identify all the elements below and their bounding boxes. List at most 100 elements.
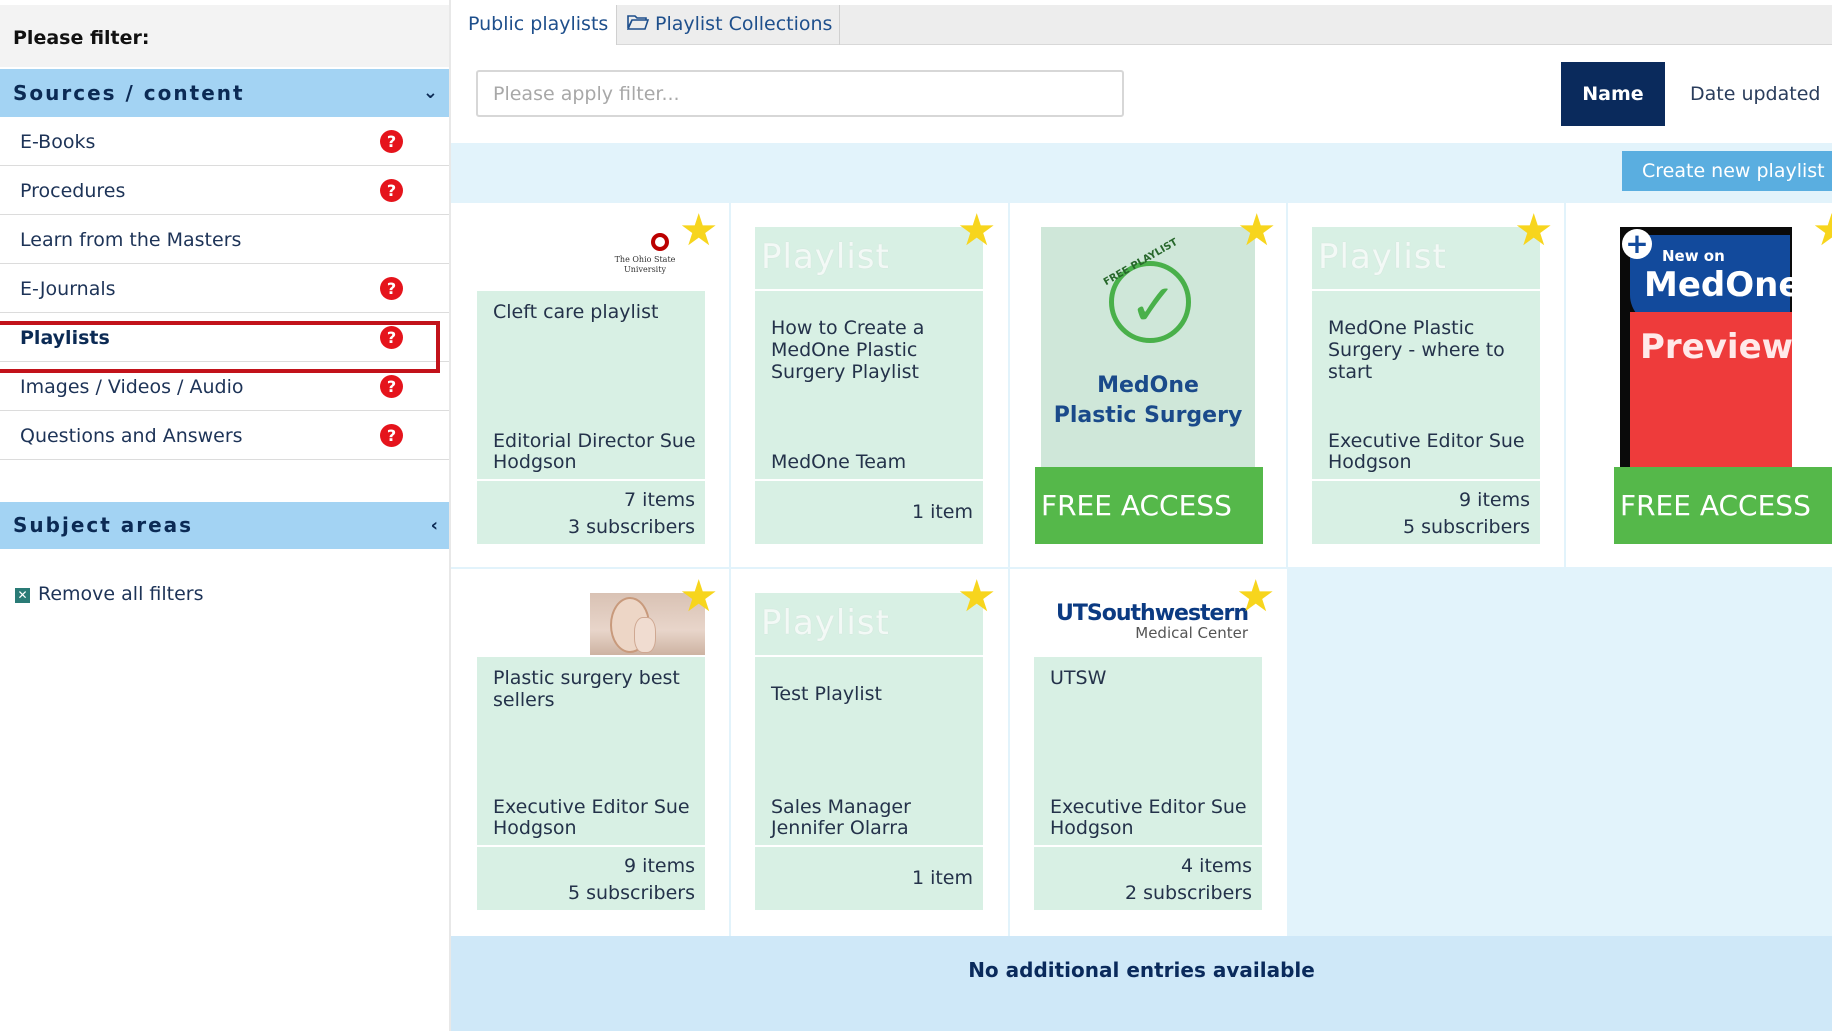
ut-logo-main: UTSouthwestern [1056,601,1249,626]
playlist-title[interactable]: Cleft care playlist [493,301,689,323]
ohio-state-o-icon [651,233,669,251]
star-icon[interactable]: ★ [679,209,723,253]
star-icon[interactable]: ★ [957,575,1001,619]
playlist-card[interactable]: Playlist How to Create a MedOne Plastic … [755,209,996,544]
no-more-entries-text: No additional entries available [968,958,1315,982]
subscriber-count: 3 subscribers [567,516,695,538]
sources-list: E-Books ? Procedures ? Learn from the Ma… [0,117,450,460]
filter-heading: Please filter: [0,5,450,67]
tab-label: Public playlists [468,13,609,35]
playlist-placeholder-image: Playlist [1312,227,1540,289]
playlist-owner: Sales Manager Jennifer Olarra [771,796,911,839]
chevron-down-icon: ⌄ [422,82,438,103]
playlists-main: Public playlists Playlist Collections Na… [451,0,1832,1031]
grid-divider [1008,203,1010,936]
plus-icon: + [1622,229,1652,259]
surgery-line-2: Plastic Surgery [1053,403,1243,428]
item-count: 1 item [911,501,973,523]
item-count: 7 items [624,489,695,511]
help-icon[interactable]: ? [380,130,403,153]
sidebar-item-learn-from-masters[interactable]: Learn from the Masters [0,215,450,264]
star-icon[interactable]: ★ [1236,575,1280,619]
playlist-owner: Executive Editor Sue Hodgson [493,796,690,839]
free-access-button[interactable]: FREE ACCESS [1035,467,1263,544]
playlist-title[interactable]: How to Create a MedOne Plastic Surgery P… [771,317,967,383]
medone-preview-image: + New on MedOne Preview [1620,227,1801,467]
osu-name-2: University [624,265,666,274]
star-icon[interactable]: ★ [957,209,1001,253]
sources-content-accordion[interactable]: Sources / content ⌄ [0,69,450,117]
playlist-card[interactable]: + New on MedOne Preview FREE ACCESS ★ [1590,209,1832,544]
playlist-title[interactable]: Test Playlist [771,683,967,705]
subject-areas-label: Subject areas [13,513,194,537]
help-icon[interactable]: ? [380,179,403,202]
sidebar-item-ebooks[interactable]: E-Books ? [0,117,450,166]
playlist-area: Create new playlist The Ohio State Unive… [451,143,1832,1031]
free-access-button[interactable]: FREE ACCESS [1614,467,1832,544]
preview-medone: MedOne [1644,265,1802,305]
remove-all-filters-link[interactable]: ✕ Remove all filters [15,583,203,605]
grid-divider [1564,203,1566,567]
sidebar-item-ejournals[interactable]: E-Journals ? [0,264,450,313]
star-icon[interactable]: ★ [1812,209,1832,253]
item-count: 9 items [624,855,695,877]
sidebar-item-questions-answers[interactable]: Questions and Answers ? [0,411,450,460]
playlist-grid: The Ohio State University Cleft care pla… [451,203,1832,936]
empty-grid-area [1287,569,1832,936]
folder-open-icon [626,13,650,35]
subject-areas-accordion[interactable]: Subject areas ‹ [0,502,450,549]
sidebar-item-label: Images / Videos / Audio [20,376,244,398]
help-icon[interactable]: ? [380,277,403,300]
playlist-card[interactable]: Playlist Test Playlist Sales Manager Jen… [755,575,996,910]
playlist-card[interactable]: Plastic surgery best sellers Executive E… [477,575,718,910]
help-icon[interactable]: ? [380,424,403,447]
sidebar-item-procedures[interactable]: Procedures ? [0,166,450,215]
sidebar-item-label: Learn from the Masters [20,229,242,251]
no-more-entries-bar: No additional entries available [451,936,1832,1031]
playlist-card[interactable]: UTSouthwestern Medical Center UTSW Execu… [1034,575,1275,910]
sidebar-item-label: Procedures [20,180,126,202]
chevron-left-icon: ‹ [430,515,438,536]
playlist-placeholder-image: Playlist [755,593,983,655]
playlist-owner: Editorial Director Sue Hodgson [493,430,696,473]
playlist-title[interactable]: Plastic surgery best sellers [493,667,689,711]
tab-bar: Public playlists Playlist Collections [451,5,1832,46]
sidebar-item-label: E-Journals [20,278,116,300]
filter-input[interactable] [476,70,1124,117]
star-icon[interactable]: ★ [1237,209,1281,253]
playlist-card[interactable]: The Ohio State University Cleft care pla… [477,209,718,544]
osu-name: The Ohio State [614,255,676,264]
help-icon[interactable]: ? [380,375,403,398]
playlist-title[interactable]: MedOne Plastic Surgery - where to start [1328,317,1524,383]
playlist-title[interactable]: UTSW [1050,667,1246,689]
medone-plastic-surgery-image: ✓ FREE PLAYLIST MedOne Plastic Surgery [1041,227,1255,467]
playlist-card[interactable]: ✓ FREE PLAYLIST MedOne Plastic Surgery F… [1035,209,1276,544]
star-icon[interactable]: ★ [1514,209,1558,253]
playlist-owner: MedOne Team [771,451,907,473]
checkmark-icon: ✓ [1129,271,1178,339]
sidebar-item-label: E-Books [20,131,96,153]
playlist-owner: Executive Editor Sue Hodgson [1050,796,1247,839]
surgery-line-1: MedOne [1097,373,1199,398]
toolbar: Name Date updated [451,45,1832,143]
sort-by-name-button[interactable]: Name [1561,62,1665,126]
item-count: 1 item [911,867,973,889]
playlist-card[interactable]: Playlist MedOne Plastic Surgery - where … [1312,209,1553,544]
playlist-owner: Executive Editor Sue Hodgson [1328,430,1525,473]
sidebar-item-label: Questions and Answers [20,425,243,447]
ohio-state-logo: The Ohio State University [477,227,705,289]
sort-by-date-button[interactable]: Date updated [1690,62,1820,126]
item-count: 4 items [1181,855,1252,877]
tab-public-playlists[interactable]: Public playlists [451,5,616,46]
create-new-playlist-button[interactable]: Create new playlist [1622,151,1832,191]
star-icon[interactable]: ★ [679,575,723,619]
tab-playlist-collections[interactable]: Playlist Collections [616,5,840,45]
item-count: 9 items [1459,489,1530,511]
playlist-placeholder-image: Playlist [755,227,983,289]
face-photo-image [477,593,705,655]
filter-sidebar: Please filter: Sources / content ⌄ E-Boo… [0,0,450,1031]
subscriber-count: 5 subscribers [1402,516,1530,538]
remove-icon: ✕ [15,588,30,603]
sources-content-label: Sources / content [13,81,245,105]
preview-new-on: New on [1662,247,1725,265]
